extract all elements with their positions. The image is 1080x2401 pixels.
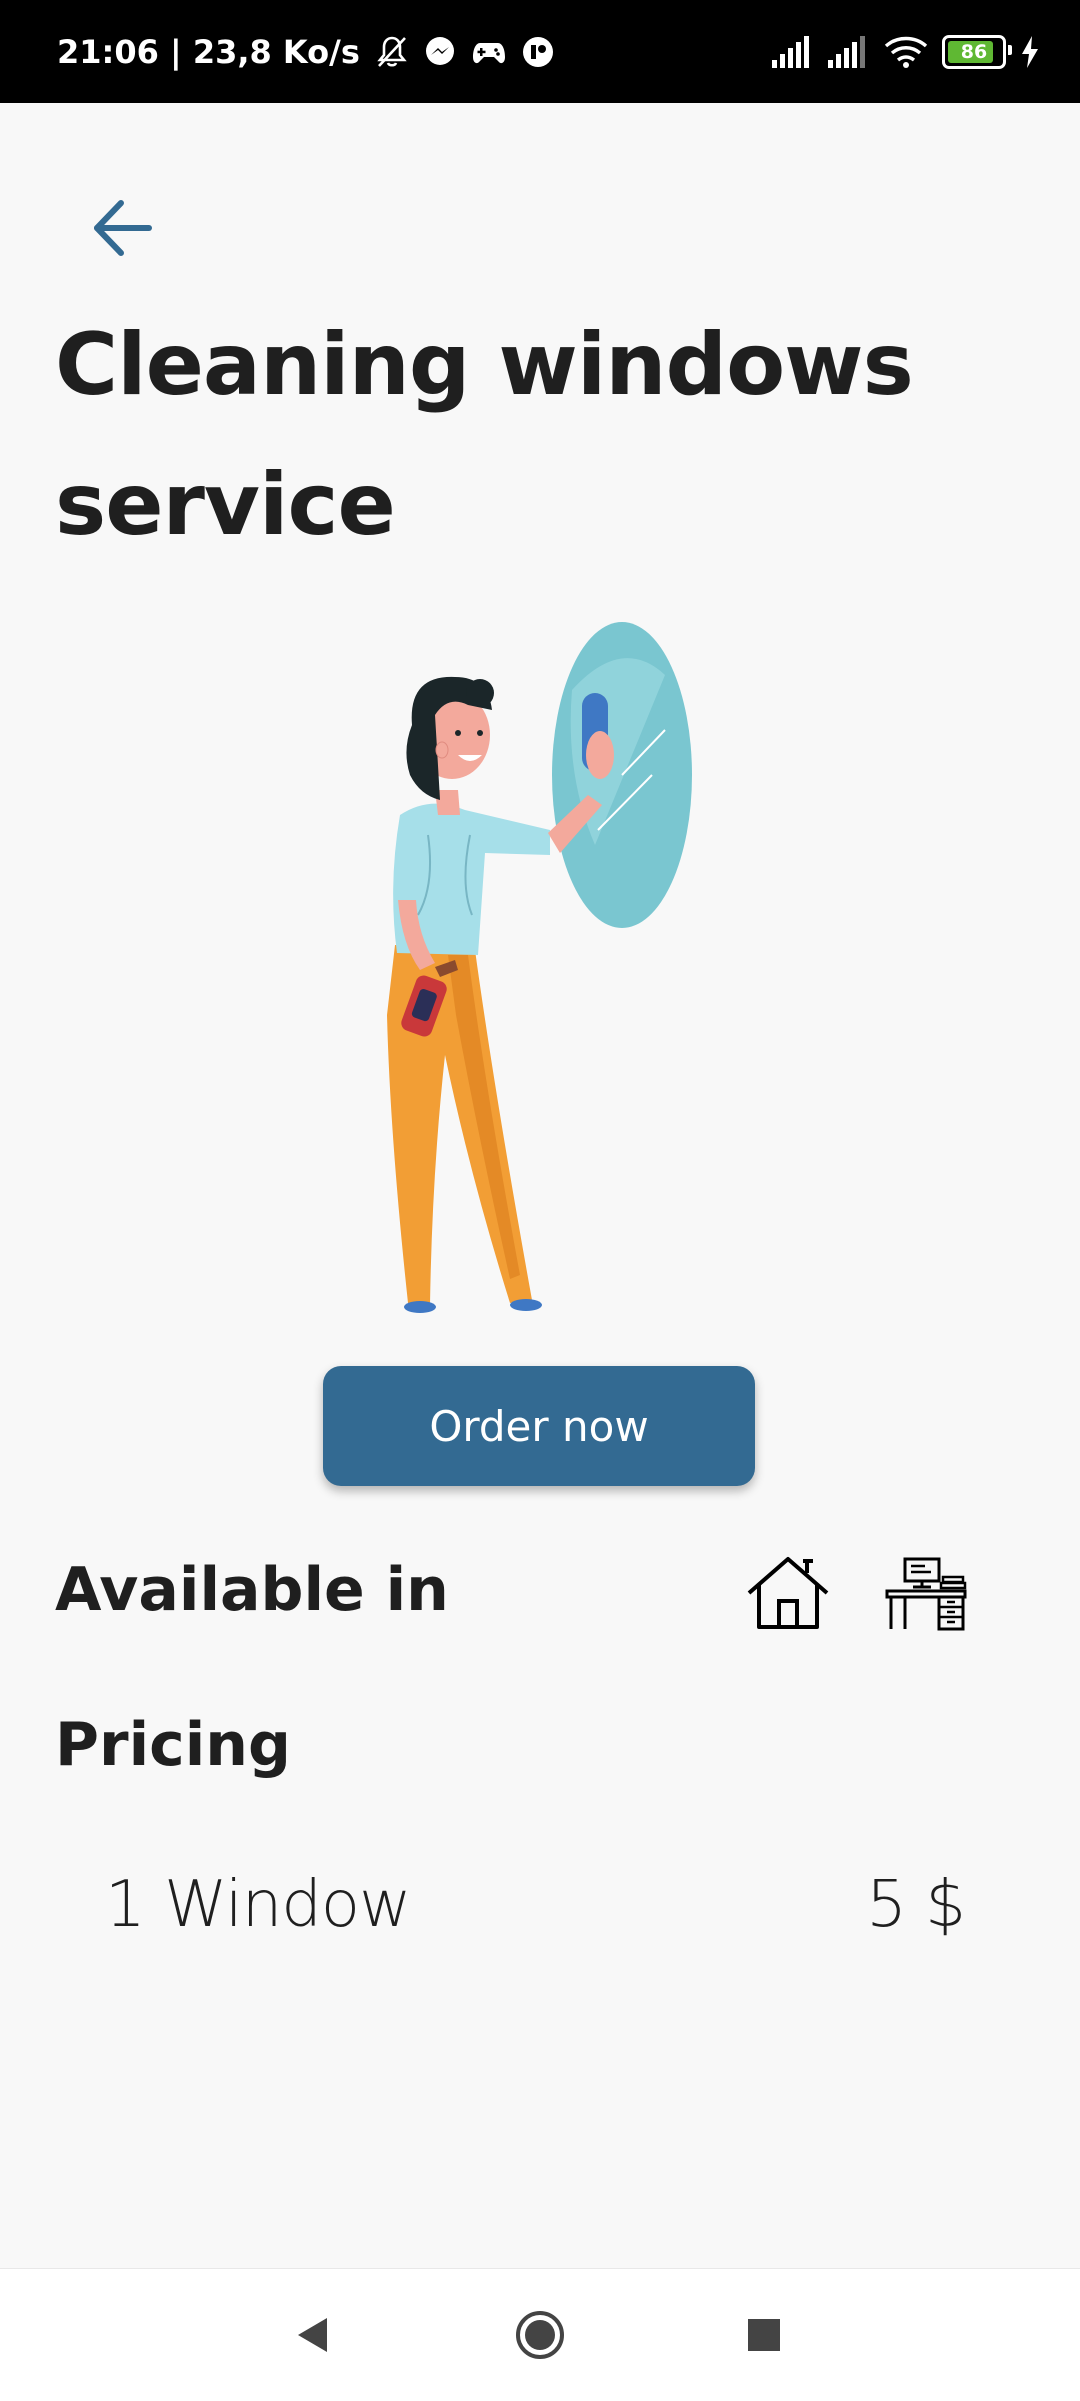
bell-off-icon [377,36,407,67]
gamepad-icon [472,42,505,63]
battery-level: 86 [960,40,988,63]
signal-icon [772,35,809,68]
recents-square-icon [748,2319,780,2351]
status-bar: 21:06 | 23,8 Ko/s 86 [0,0,1080,103]
signal-icon [828,35,865,68]
battery-icon: 86 [942,34,1012,69]
messenger-icon [425,36,454,65]
notification-icons [376,35,554,69]
status-left: 21:06 | 23,8 Ko/s [57,0,554,103]
price-item-label: 1 Window [105,1868,411,1942]
order-now-button[interactable]: Order now [323,1366,755,1486]
page-title: Cleaning windows service [55,315,914,555]
navigation-bar [0,2268,1080,2401]
price-item-value: 5 $ [866,1868,966,1942]
back-button[interactable] [80,186,164,270]
status-time-speed: 21:06 | 23,8 Ko/s [57,32,360,71]
home-circle-icon [516,2311,564,2359]
arrow-back-icon [94,200,152,256]
price-row: 1 Window 5 $ [105,1860,966,1950]
status-right: 86 [772,0,1040,103]
available-in-heading: Available in [55,1555,449,1625]
nav-back-button[interactable] [252,2269,372,2401]
nav-home-button[interactable] [480,2269,600,2401]
wifi-icon [884,36,928,68]
house-icon [747,1557,829,1629]
office-desk-icon [885,1557,967,1631]
woman-cleaning-mirror-illustration [360,615,720,1315]
available-icons [745,1555,969,1631]
app-icon [522,36,553,67]
nav-recents-button[interactable] [704,2269,824,2401]
back-triangle-icon [298,2318,327,2352]
pricing-heading: Pricing [55,1710,291,1780]
charging-icon [1022,35,1038,68]
